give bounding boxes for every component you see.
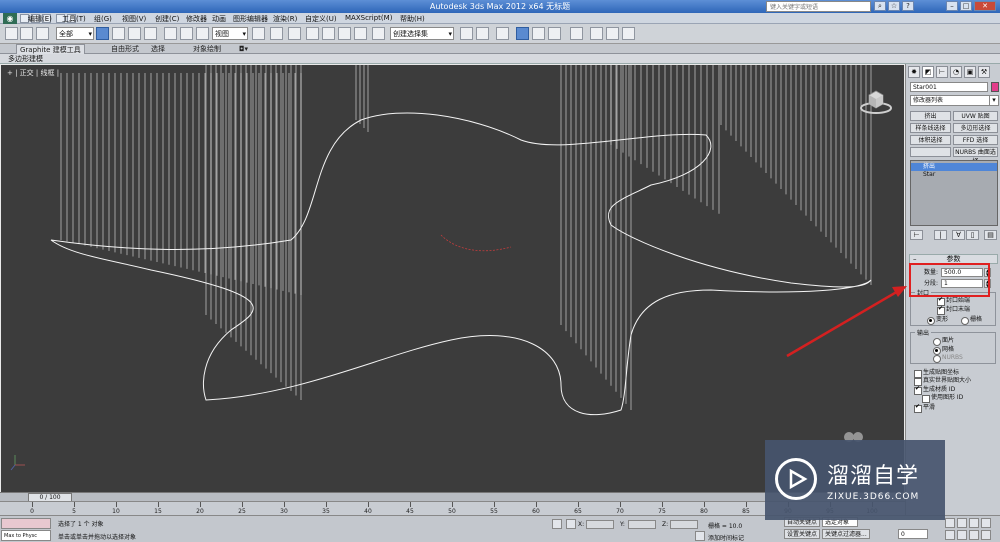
x-coord[interactable]: X:	[578, 520, 618, 529]
time-tag-icon[interactable]	[695, 531, 705, 541]
track-tick	[662, 502, 663, 507]
track-tick	[242, 502, 243, 507]
track-tick	[368, 502, 369, 507]
track-tick-label: 50	[448, 508, 456, 515]
watermark-url: ZIXUE.3D66.COM	[827, 492, 920, 502]
track-tick-label: 70	[616, 508, 624, 515]
track-tick-label: 85	[742, 508, 750, 515]
y-coord[interactable]: Y:	[620, 520, 660, 529]
field-of-view-icon[interactable]	[945, 530, 955, 540]
track-tick	[494, 502, 495, 507]
grid-spacing: 栅格 = 10.0	[708, 523, 743, 530]
track-tick	[536, 502, 537, 507]
track-tick	[620, 502, 621, 507]
track-tick	[746, 502, 747, 507]
track-tick	[32, 502, 33, 507]
zoom-icon[interactable]	[945, 518, 955, 528]
track-tick	[452, 502, 453, 507]
watermark-play-logo-icon	[775, 458, 817, 500]
add-time-tag[interactable]: 添加时间标记	[708, 533, 744, 542]
track-tick	[158, 502, 159, 507]
watermark-name: 溜溜自学	[827, 464, 920, 489]
track-tick-label: 55	[490, 508, 498, 515]
pan-icon[interactable]	[957, 530, 967, 540]
track-tick	[704, 502, 705, 507]
track-tick-label: 60	[532, 508, 540, 515]
maxscript-input[interactable]: Max to Physc	[1, 530, 51, 541]
track-tick-label: 75	[658, 508, 666, 515]
maxscript-mini-listener[interactable]	[1, 518, 51, 529]
track-tick-label: 20	[196, 508, 204, 515]
track-tick-label: 25	[238, 508, 246, 515]
transform-mode-icon[interactable]	[566, 519, 576, 529]
x-label: X:	[578, 521, 585, 528]
lock-selection-icon[interactable]	[552, 519, 562, 529]
y-label: Y:	[620, 521, 625, 528]
track-tick-label: 30	[280, 508, 288, 515]
watermark: 溜溜自学 ZIXUE.3D66.COM	[765, 440, 945, 520]
key-filters-button[interactable]: 关键点过滤器...	[822, 529, 870, 539]
track-tick	[326, 502, 327, 507]
track-tick-label: 15	[154, 508, 162, 515]
current-frame-field[interactable]: 0	[898, 529, 928, 539]
track-tick-label: 5	[72, 508, 76, 515]
prompt-status: 单击或单击并拖动以选择对象	[58, 534, 137, 541]
track-tick	[578, 502, 579, 507]
z-coord[interactable]: Z:	[662, 520, 702, 529]
orbit-icon[interactable]	[969, 530, 979, 540]
selection-status: 选择了 1 个 对象	[58, 521, 104, 528]
track-tick-label: 35	[322, 508, 330, 515]
track-tick-label: 0	[30, 508, 34, 515]
track-tick-label: 10	[112, 508, 120, 515]
track-tick-label: 40	[364, 508, 372, 515]
track-tick-label: 65	[574, 508, 582, 515]
track-tick	[410, 502, 411, 507]
track-tick	[116, 502, 117, 507]
set-key-button[interactable]: 设置关键点	[784, 529, 821, 539]
zoom-extents-all-icon[interactable]	[981, 518, 991, 528]
track-tick	[200, 502, 201, 507]
track-tick-label: 80	[700, 508, 708, 515]
track-tick	[74, 502, 75, 507]
zoom-all-icon[interactable]	[957, 518, 967, 528]
z-label: Z:	[662, 521, 669, 528]
track-tick	[284, 502, 285, 507]
maximize-viewport-icon[interactable]	[981, 530, 991, 540]
track-tick-label: 45	[406, 508, 414, 515]
zoom-extents-icon[interactable]	[969, 518, 979, 528]
